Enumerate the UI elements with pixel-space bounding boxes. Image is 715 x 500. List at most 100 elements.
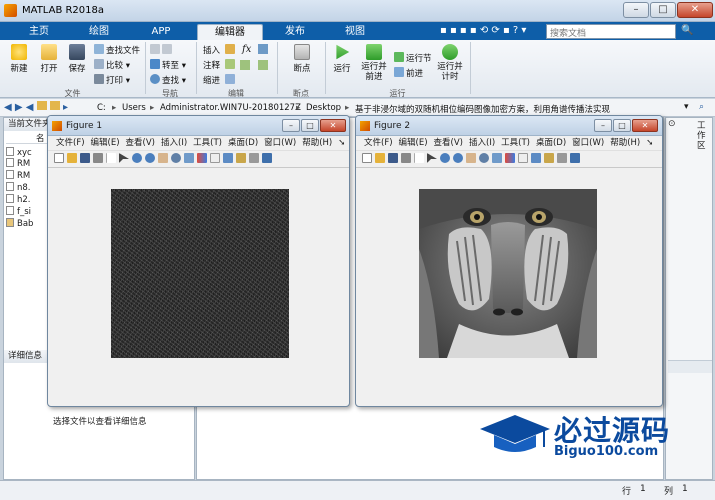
find-button[interactable]: 查找 ▾ xyxy=(150,74,186,86)
maximize-button[interactable]: □ xyxy=(650,2,676,18)
comment-button[interactable]: 注释 xyxy=(203,59,237,71)
save-button[interactable]: 保存 xyxy=(64,44,90,74)
menu-desktop[interactable]: 桌面(D) xyxy=(228,138,258,148)
search-icon[interactable]: 🔍 xyxy=(681,25,693,36)
zoom-out-icon[interactable] xyxy=(145,153,155,163)
tab-apps[interactable]: APP xyxy=(136,24,186,40)
menu-overflow-icon[interactable]: ➘ xyxy=(646,138,653,148)
figure2-close-button[interactable]: ✕ xyxy=(632,119,658,132)
list-item[interactable]: n8. xyxy=(6,182,31,193)
close-button[interactable]: ✕ xyxy=(677,2,713,18)
indent-button[interactable]: 缩进 xyxy=(203,74,237,86)
link-icon[interactable] xyxy=(210,153,220,163)
colorbar-icon[interactable] xyxy=(531,153,541,163)
show-plot-tools-icon[interactable] xyxy=(262,153,272,163)
path-segment-admin[interactable]: Administrator.WIN7U-20180127Z xyxy=(160,103,301,113)
tab-publish[interactable]: 发布 xyxy=(270,24,320,40)
menu-insert[interactable]: 插入(I) xyxy=(161,138,187,148)
minimize-button[interactable]: – xyxy=(623,2,649,18)
brush-icon[interactable] xyxy=(197,153,207,163)
menu-view[interactable]: 查看(V) xyxy=(126,138,155,148)
menu-insert[interactable]: 插入(I) xyxy=(469,138,495,148)
run-advance-button[interactable]: 运行并前进 xyxy=(360,44,388,82)
tab-plots[interactable]: 绘图 xyxy=(74,24,124,40)
insert-button[interactable]: 插入 xyxy=(203,44,237,56)
open-file-icon[interactable] xyxy=(375,153,385,163)
zoom-in-icon[interactable] xyxy=(440,153,450,163)
print-figure-icon[interactable] xyxy=(401,153,411,163)
goto-button[interactable]: 转至 ▾ xyxy=(150,59,186,71)
menu-help[interactable]: 帮助(H) xyxy=(302,138,332,148)
legend-icon[interactable] xyxy=(236,153,246,163)
menu-help[interactable]: 帮助(H) xyxy=(610,138,640,148)
menu-file[interactable]: 文件(F) xyxy=(364,138,393,148)
figure1-minimize-button[interactable]: – xyxy=(282,119,300,132)
hide-plot-tools-icon[interactable] xyxy=(557,153,567,163)
tab-view[interactable]: 视图 xyxy=(330,24,380,40)
figure2-minimize-button[interactable]: – xyxy=(594,119,612,132)
zoom-out-icon[interactable] xyxy=(453,153,463,163)
show-plot-tools-icon[interactable] xyxy=(570,153,580,163)
list-item[interactable]: RM xyxy=(6,158,30,169)
rotate-icon[interactable] xyxy=(479,153,489,163)
run-section-button[interactable]: 运行节 xyxy=(394,52,432,64)
path-segment-drive[interactable]: C: xyxy=(97,103,106,113)
cell-icon[interactable] xyxy=(258,44,268,54)
colorbar-icon[interactable] xyxy=(223,153,233,163)
hide-plot-tools-icon[interactable] xyxy=(249,153,259,163)
legend-icon[interactable] xyxy=(544,153,554,163)
path-search-icon[interactable]: ⌕ xyxy=(699,102,704,112)
nav-arrows-icon[interactable]: ◀ ▶ ◀ ▸ xyxy=(4,101,68,113)
new-figure-icon[interactable] xyxy=(54,153,64,163)
tab-editor[interactable]: 编辑器 xyxy=(197,24,263,40)
collapse-icon[interactable]: ⊙ xyxy=(668,119,676,129)
path-segment-users[interactable]: Users xyxy=(122,103,146,113)
pan-hand-icon[interactable] xyxy=(466,153,476,163)
data-cursor-icon[interactable] xyxy=(492,153,502,163)
figure1-close-button[interactable]: ✕ xyxy=(320,119,346,132)
brush-icon[interactable] xyxy=(505,153,515,163)
nav-back-button[interactable] xyxy=(150,44,174,56)
figure-window-2[interactable]: Figure 2 – □ ✕ 文件(F) 编辑(E) 查看(V) 插入(I) 工具(T)… xyxy=(355,115,663,407)
menu-desktop[interactable]: 桌面(D) xyxy=(536,138,566,148)
data-cursor-icon[interactable] xyxy=(184,153,194,163)
advance-button[interactable]: 前进 xyxy=(394,67,423,79)
fx-icon[interactable]: fx xyxy=(242,44,251,55)
open-button[interactable]: 打开 xyxy=(36,44,62,74)
new-button[interactable]: 新建 xyxy=(6,44,32,74)
quick-access-toolbar[interactable]: ▪ ▪ ▪ ▪ ⟲ ⟳ ▪ ? ▾ xyxy=(440,25,526,36)
run-and-time-button[interactable]: 运行并计时 xyxy=(436,44,464,82)
menu-file[interactable]: 文件(F) xyxy=(56,138,85,148)
pan-hand-icon[interactable] xyxy=(158,153,168,163)
link-icon[interactable] xyxy=(518,153,528,163)
breakpoints-button[interactable]: 断点 xyxy=(288,44,316,74)
tab-home[interactable]: 主页 xyxy=(14,24,64,40)
menu-edit[interactable]: 编辑(E) xyxy=(91,138,120,148)
open-file-icon[interactable] xyxy=(67,153,77,163)
list-item[interactable]: xyc xyxy=(6,147,32,158)
run-button[interactable]: 运行 xyxy=(330,44,354,74)
percent-icon[interactable] xyxy=(240,60,250,70)
new-figure-icon[interactable] xyxy=(362,153,372,163)
path-segment-folder[interactable]: 基于非浸尔域的双随机相位编码图像加密方案，利用角谱传播法实现 xyxy=(355,103,680,115)
menu-window[interactable]: 窗口(W) xyxy=(264,138,296,148)
figure-window-1[interactable]: Figure 1 – □ ✕ 文件(F) 编辑(E) 查看(V) 插入(I) 工具(T)… xyxy=(47,115,350,407)
path-dropdown-icon[interactable]: ▾ xyxy=(684,102,689,112)
menu-tools[interactable]: 工具(T) xyxy=(501,138,530,148)
menu-view[interactable]: 查看(V) xyxy=(434,138,463,148)
menu-edit[interactable]: 编辑(E) xyxy=(399,138,428,148)
figure1-maximize-button[interactable]: □ xyxy=(301,119,319,132)
print-figure-icon[interactable] xyxy=(93,153,103,163)
list-item[interactable]: RM xyxy=(6,170,30,181)
rotate-icon[interactable] xyxy=(171,153,181,163)
save-figure-icon[interactable] xyxy=(80,153,90,163)
list-item[interactable]: Bab xyxy=(6,218,33,229)
save-figure-icon[interactable] xyxy=(388,153,398,163)
print-button[interactable]: 打印 ▾ xyxy=(94,74,130,86)
figure2-maximize-button[interactable]: □ xyxy=(613,119,631,132)
menu-overflow-icon[interactable]: ➘ xyxy=(338,138,345,148)
search-documentation-input[interactable]: 搜索文档 xyxy=(546,24,676,39)
compare-button[interactable]: 比较 ▾ xyxy=(94,59,130,71)
pointer-icon[interactable] xyxy=(119,153,129,163)
path-segment-desktop[interactable]: Desktop xyxy=(306,103,341,113)
